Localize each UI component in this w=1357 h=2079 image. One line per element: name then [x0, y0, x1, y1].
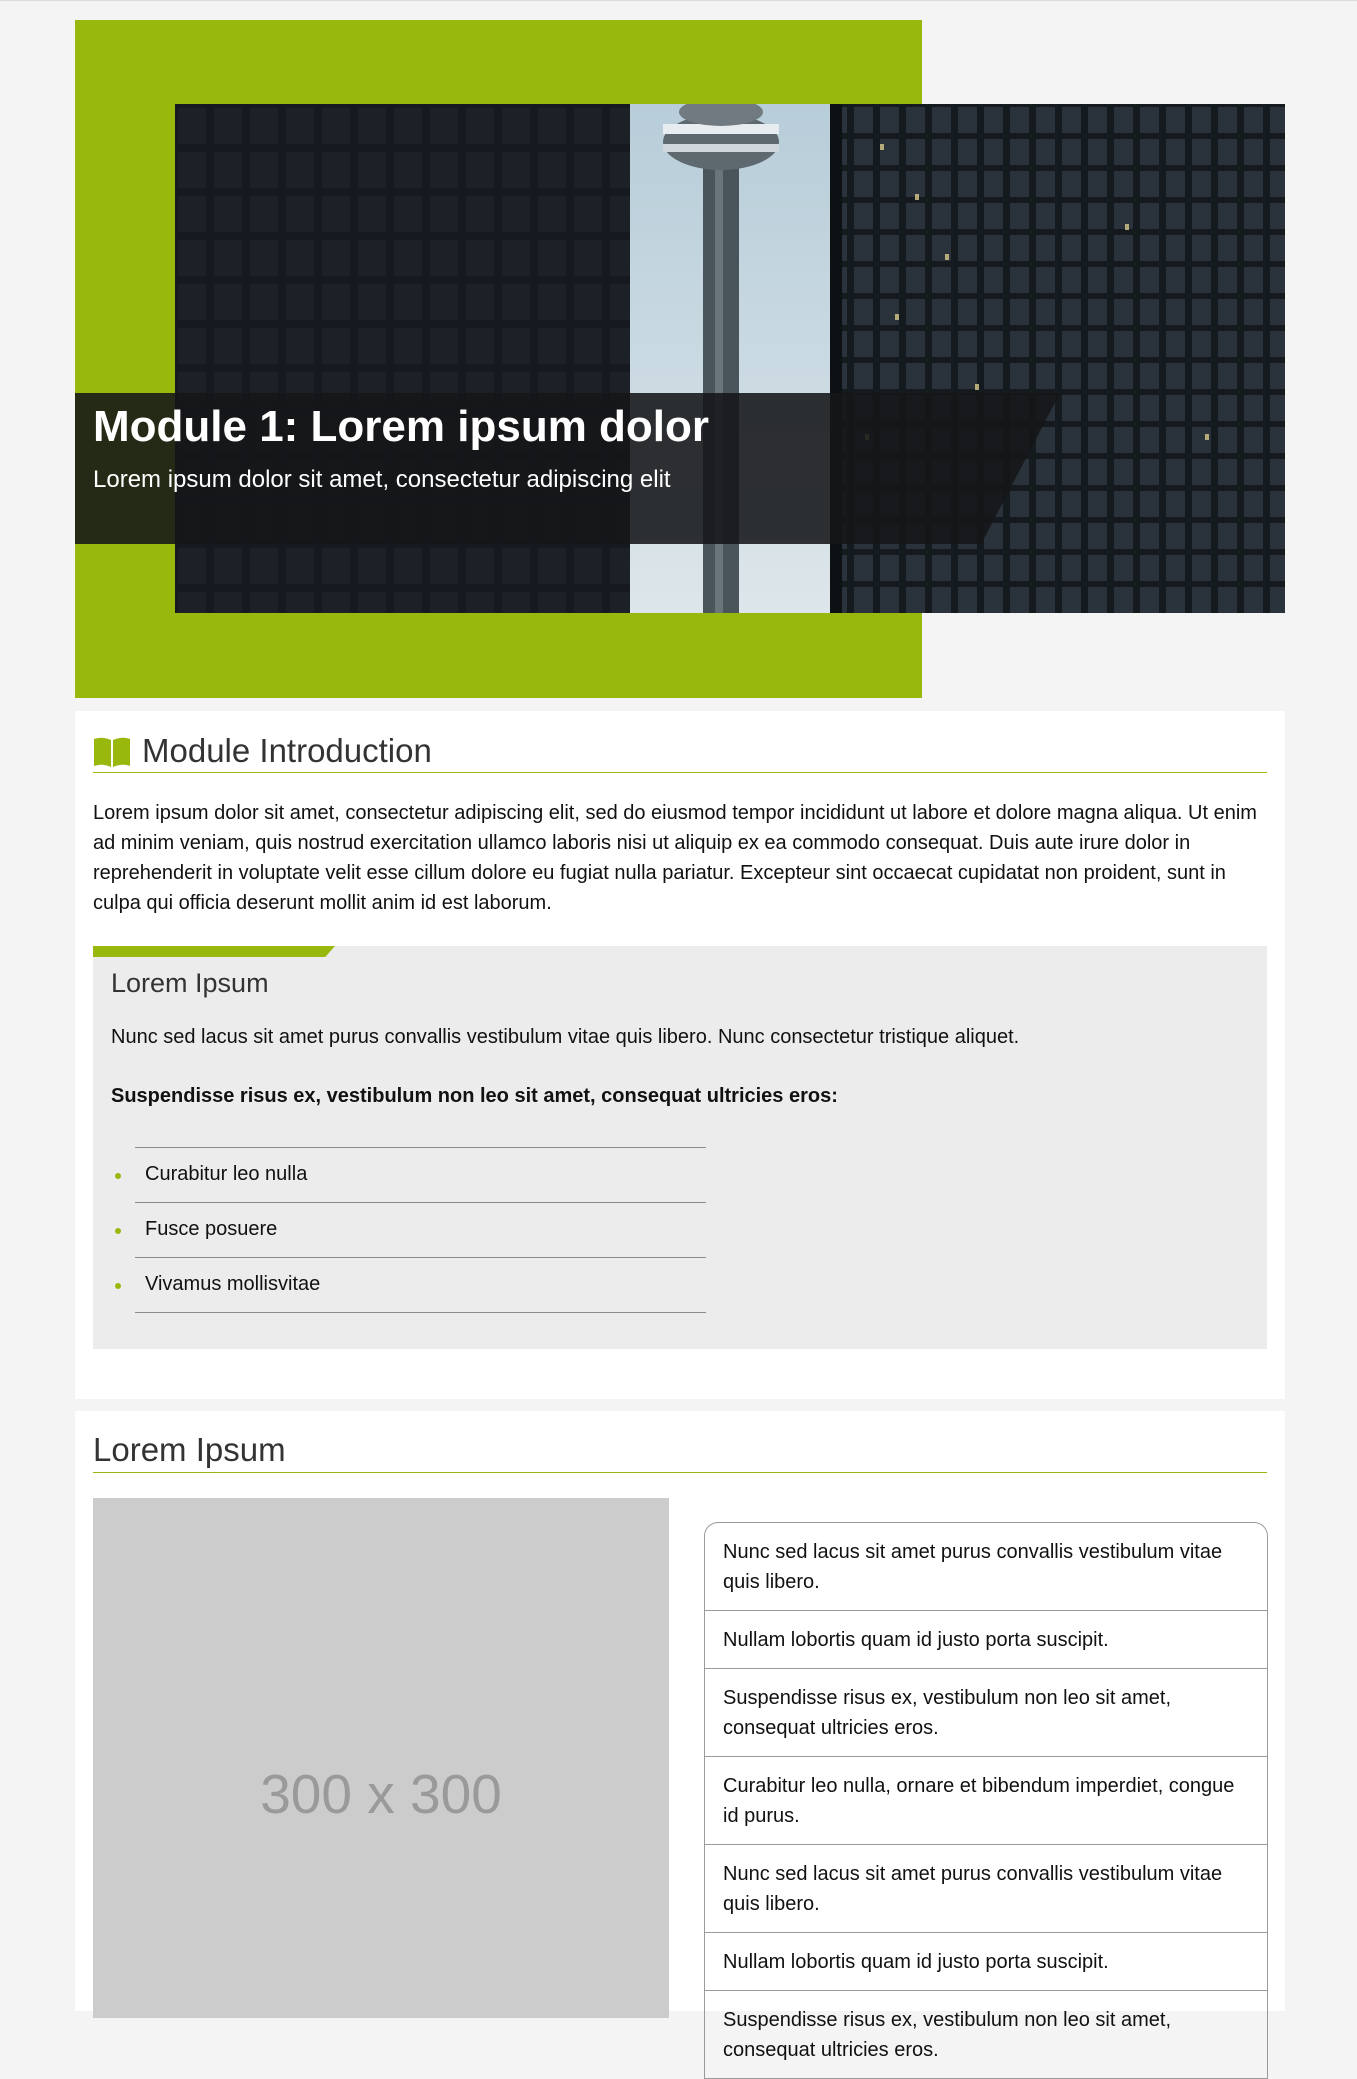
accordion-item[interactable]: Nullam lobortis quam id justo porta susc…	[705, 1933, 1267, 1991]
heading-rule	[93, 772, 1267, 773]
bullet-icon	[115, 1283, 121, 1289]
list-item-label: Curabitur leo nulla	[145, 1163, 308, 1185]
accordion-item[interactable]: Nullam lobortis quam id justo porta susc…	[705, 1611, 1267, 1669]
callout-heading: Lorem Ipsum	[111, 968, 269, 998]
section-heading: Lorem Ipsum	[93, 1431, 286, 1468]
list-item-label: Fusce posuere	[145, 1218, 278, 1240]
list-item: Curabitur leo nulla	[115, 1148, 706, 1203]
book-icon	[93, 737, 131, 772]
section-heading: Module Introduction	[142, 732, 432, 769]
module-introduction-card: Module Introduction Lorem ipsum dolor si…	[75, 711, 1285, 1399]
heading-rule	[93, 1472, 1267, 1473]
bullet-list: Curabitur leo nulla Fusce posuere Vivamu…	[115, 1147, 706, 1313]
bullet-icon	[115, 1173, 121, 1179]
page-subtitle: Lorem ipsum dolor sit amet, consectetur …	[93, 466, 671, 493]
placeholder-image: 300 x 300	[93, 1498, 669, 2018]
lorem-ipsum-card: Lorem Ipsum 300 x 300 Nunc sed lacus sit…	[75, 1411, 1285, 2079]
hero-banner: Module 1: Lorem ipsum dolor Lorem ipsum …	[0, 0, 1357, 700]
intro-paragraph: Lorem ipsum dolor sit amet, consectetur …	[93, 802, 1257, 914]
callout-text: Nunc sed lacus sit amet purus convallis …	[111, 1026, 1020, 1048]
list-item-label: Vivamus mollisvitae	[145, 1273, 321, 1295]
accordion-item[interactable]: Nunc sed lacus sit amet purus convallis …	[705, 1845, 1267, 1933]
page-title: Module 1: Lorem ipsum dolor	[93, 402, 710, 451]
callout-box: Lorem Ipsum Nunc sed lacus sit amet puru…	[93, 946, 1267, 1349]
accordion-item[interactable]: Suspendisse risus ex, vestibulum non leo…	[705, 1991, 1267, 2079]
list-item: Vivamus mollisvitae	[115, 1258, 706, 1313]
accordion-item[interactable]: Nunc sed lacus sit amet purus convallis …	[705, 1523, 1267, 1611]
callout-accent-tab	[93, 946, 335, 957]
accordion-list: Nunc sed lacus sit amet purus convallis …	[704, 1522, 1268, 2079]
callout-bold-text: Suspendisse risus ex, vestibulum non leo…	[111, 1085, 838, 1107]
bullet-icon	[115, 1228, 121, 1234]
accordion-item[interactable]: Curabitur leo nulla, ornare et bibendum …	[705, 1757, 1267, 1845]
accordion-item[interactable]: Suspendisse risus ex, vestibulum non leo…	[705, 1669, 1267, 1757]
placeholder-label: 300 x 300	[260, 1763, 502, 1825]
list-item: Fusce posuere	[115, 1203, 706, 1258]
